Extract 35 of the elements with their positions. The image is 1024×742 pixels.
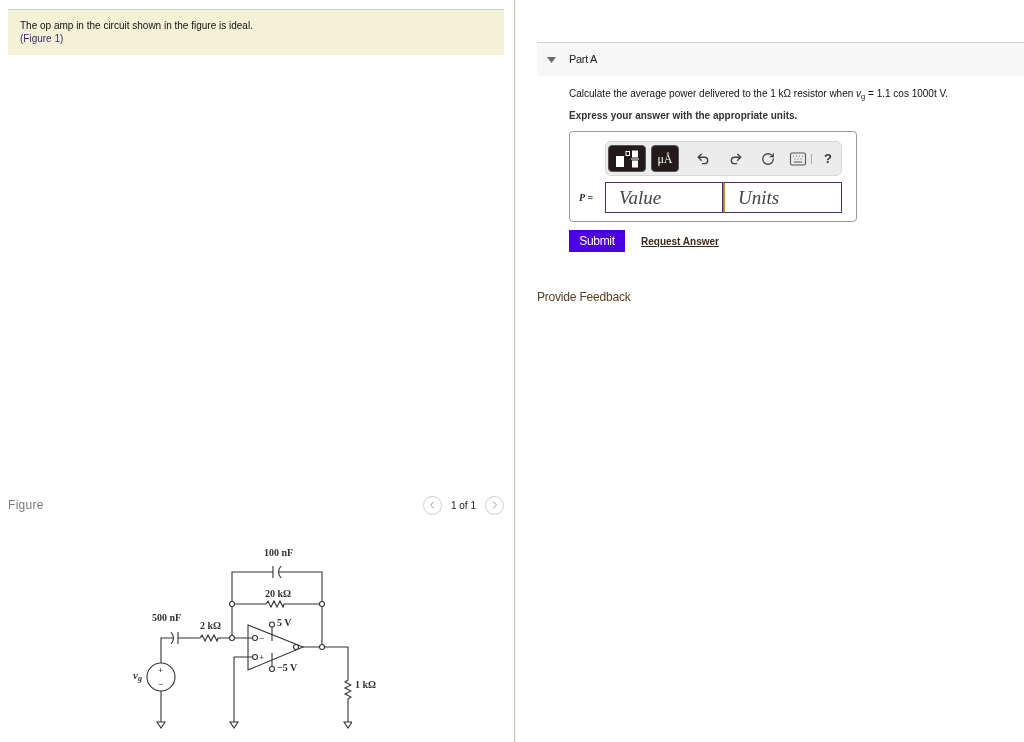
- source-label: v$_{g}$: [133, 669, 142, 681]
- undo-icon: [696, 151, 710, 166]
- help-button[interactable]: ?: [824, 148, 832, 169]
- resistor-label: 2 kΩ: [200, 620, 222, 632]
- minus-sign: −: [158, 678, 164, 690]
- capacitor-label: 500 nF: [152, 612, 182, 624]
- template-button[interactable]: [608, 145, 646, 172]
- minus-sign: −: [259, 632, 265, 644]
- reset-icon: [761, 151, 775, 166]
- feedback-link[interactable]: Provide Feedback: [537, 290, 631, 304]
- request-answer-link[interactable]: Request Answer: [641, 233, 719, 249]
- instruction-text: Express your answer with the appropriate units.: [569, 109, 798, 123]
- resistor-label: 20 kΩ: [265, 588, 292, 600]
- reset-button[interactable]: [760, 150, 776, 167]
- capacitor-label: 100 nF: [264, 547, 294, 559]
- plus-sign: +: [158, 664, 164, 676]
- voltage-label: 5 V: [277, 617, 292, 629]
- problem-text: The op amp in the circuit shown in the figure is ideal.: [20, 19, 253, 32]
- units-input[interactable]: Units: [723, 182, 842, 213]
- caret-down-icon: [547, 56, 556, 63]
- submit-button[interactable]: Submit: [569, 230, 625, 252]
- question-text: Calculate the average power delivered to the 1 kΩ resistor when v$_{g}$ = 1.1 cos 1000t V.: [569, 87, 948, 101]
- units-button[interactable]: μÅ: [651, 145, 679, 172]
- variable-label: P =: [579, 191, 595, 205]
- plus-sign: +: [259, 651, 265, 663]
- template-icon: [615, 149, 639, 168]
- value-input[interactable]: Value: [605, 182, 723, 213]
- part-header[interactable]: Part A: [537, 42, 1024, 76]
- resistor-label: 1 kΩ: [355, 679, 377, 691]
- figure-title: Figure: [8, 497, 44, 514]
- page-count: 1 of 1: [450, 498, 476, 513]
- figure-link[interactable]: (Figure 1): [20, 32, 64, 45]
- voltage-label: −5 V: [277, 662, 298, 674]
- redo-icon: [729, 151, 743, 166]
- keyboard-icon: [789, 149, 807, 168]
